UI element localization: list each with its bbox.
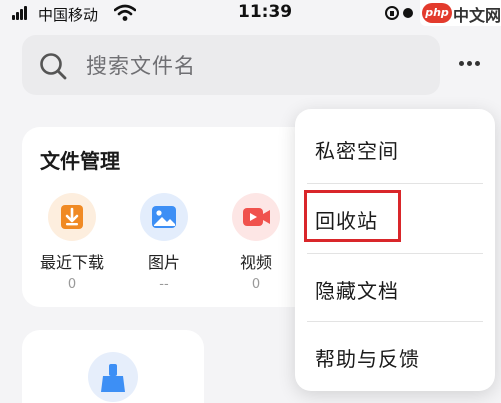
watermark-text: 中文网 — [453, 6, 501, 25]
image-icon — [140, 193, 188, 241]
menu-item-label: 私密空间 — [315, 139, 399, 163]
video-icon — [232, 193, 280, 241]
tile-videos[interactable]: 视频 0 — [220, 193, 292, 292]
menu-item-private-space[interactable]: 私密空间 — [295, 113, 495, 183]
clock: 11:39 — [238, 2, 293, 22]
search-placeholder: 搜索文件名 — [86, 54, 196, 78]
broom-clean-icon — [88, 352, 138, 402]
file-management-card: 文件管理 最近下载 0 图片 -- 视频 0 — [22, 127, 322, 307]
tile-recent-downloads[interactable]: 最近下载 0 — [36, 193, 108, 292]
site-watermark: php 中文网 — [420, 0, 501, 26]
more-options-menu: 私密空间 回收站 隐藏文档 帮助与反馈 — [295, 109, 495, 391]
tile-label: 视频 — [239, 253, 272, 272]
search-input[interactable]: 搜索文件名 — [22, 35, 440, 95]
tile-images[interactable]: 图片 -- — [128, 193, 200, 292]
tile-count: 0 — [67, 277, 77, 292]
highlight-annotation — [304, 190, 401, 242]
more-horizontal-icon — [459, 61, 464, 66]
cleanup-card[interactable] — [22, 330, 204, 403]
download-icon — [48, 193, 96, 241]
status-bar: 中国移动 11:39 php 中文网 — [0, 0, 501, 26]
menu-item-hidden-docs[interactable]: 隐藏文档 — [295, 253, 495, 323]
menu-item-label: 帮助与反馈 — [315, 347, 420, 371]
menu-item-label: 隐藏文档 — [315, 279, 399, 303]
menu-item-help-feedback[interactable]: 帮助与反馈 — [295, 321, 495, 391]
more-options-button[interactable] — [456, 54, 482, 74]
signal-icon — [12, 6, 32, 20]
carrier-name: 中国移动 — [38, 6, 99, 24]
rotation-lock-icon — [385, 6, 413, 20]
card-title: 文件管理 — [40, 149, 120, 173]
wifi-icon — [114, 4, 136, 21]
screen: 中国移动 11:39 php 中文网 搜索文件名 文件管理 最近下载 0 图片 … — [0, 0, 501, 403]
tile-count: -- — [159, 277, 169, 292]
tile-label: 最近下载 — [39, 253, 104, 272]
watermark-badge: php — [422, 3, 452, 23]
tile-count: 0 — [251, 277, 261, 292]
tile-label: 图片 — [147, 253, 180, 272]
search-icon — [40, 53, 67, 80]
